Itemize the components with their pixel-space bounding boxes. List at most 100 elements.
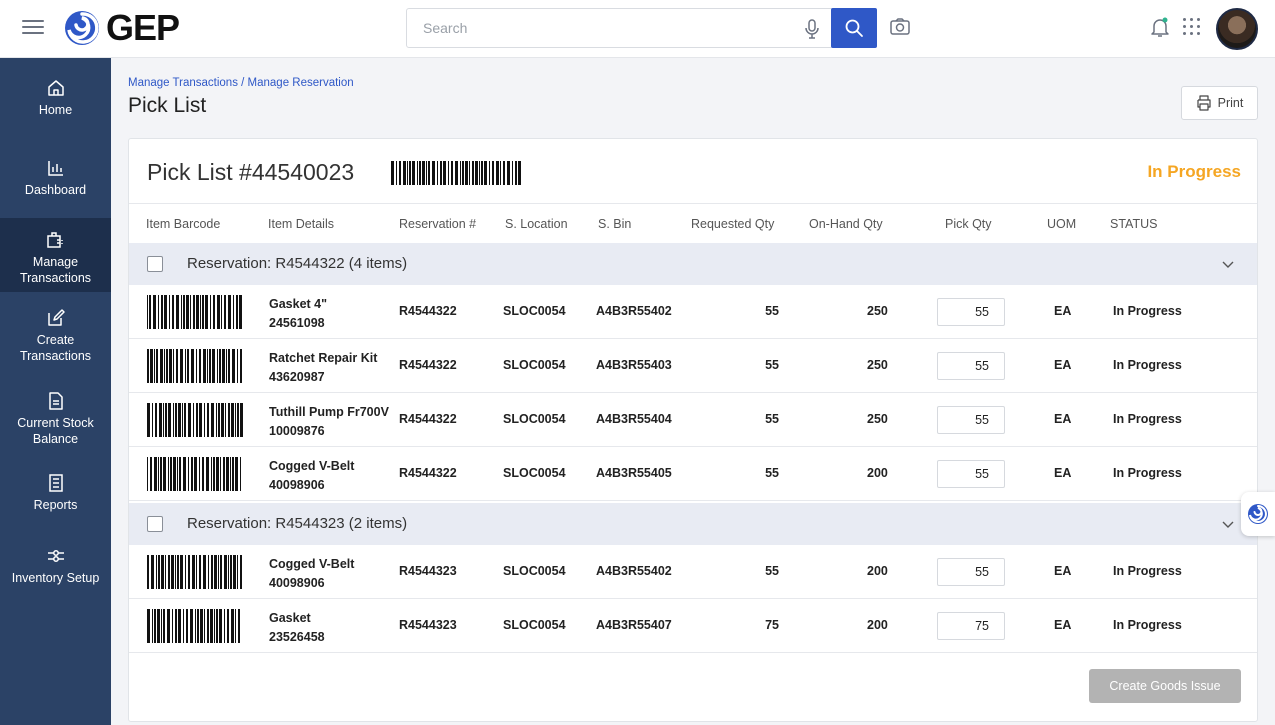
storage-bin: A4B3R55402 bbox=[596, 304, 672, 318]
item-barcode bbox=[147, 609, 243, 643]
column-header: Pick Qty bbox=[945, 217, 992, 231]
search-input[interactable] bbox=[407, 9, 787, 47]
dashboard-icon bbox=[47, 161, 63, 176]
reservation-number: R4544322 bbox=[399, 304, 457, 318]
pick-qty-input[interactable] bbox=[937, 298, 1005, 326]
search-bar bbox=[406, 8, 877, 48]
item-details: Gasket 23526458 bbox=[269, 609, 325, 647]
reports-icon bbox=[48, 474, 63, 492]
row-status: In Progress bbox=[1113, 304, 1182, 318]
item-code: 24561098 bbox=[269, 316, 325, 330]
requested-qty: 55 bbox=[765, 466, 779, 480]
storage-location: SLOC0054 bbox=[503, 412, 566, 426]
item-details: Cogged V-Belt 40098906 bbox=[269, 555, 354, 593]
row-status: In Progress bbox=[1113, 466, 1182, 480]
print-label: Print bbox=[1217, 96, 1244, 110]
sidebar-item-reports[interactable]: Reports bbox=[0, 473, 111, 523]
breadcrumb[interactable]: Manage Transactions / Manage Reservation bbox=[128, 77, 354, 89]
reservation-number: R4544322 bbox=[399, 466, 457, 480]
item-barcode bbox=[147, 295, 243, 329]
item-barcode bbox=[147, 457, 243, 491]
reservation-number: R4544323 bbox=[399, 564, 457, 578]
table-row[interactable]: Tuthill Pump Fr700V 10009876 R4544322 SL… bbox=[129, 393, 1257, 447]
pick-qty-input[interactable] bbox=[937, 612, 1005, 640]
group-checkbox[interactable] bbox=[147, 256, 163, 272]
item-name: Cogged V-Belt bbox=[269, 557, 355, 571]
barcode-graphic bbox=[147, 295, 242, 329]
storage-location: SLOC0054 bbox=[503, 358, 566, 372]
group-checkbox[interactable] bbox=[147, 516, 163, 532]
column-header: S. Bin bbox=[598, 217, 632, 231]
on-hand-qty: 200 bbox=[867, 564, 888, 578]
document-icon bbox=[48, 392, 63, 410]
edit-icon bbox=[47, 309, 65, 326]
gep-swirl-icon bbox=[1248, 504, 1268, 524]
table-row[interactable]: Cogged V-Belt 40098906 R4544323 SLOC0054… bbox=[129, 545, 1257, 599]
pick-qty-input[interactable] bbox=[937, 352, 1005, 380]
manage-transactions-icon bbox=[46, 232, 63, 248]
column-header: S. Location bbox=[505, 217, 568, 231]
item-barcode bbox=[147, 403, 243, 437]
on-hand-qty: 200 bbox=[867, 618, 888, 632]
sidebar-item-inventory-setup[interactable]: Inventory Setup bbox=[0, 546, 111, 616]
sidebar-item-dashboard[interactable]: Dashboard bbox=[0, 158, 111, 218]
camera-icon[interactable] bbox=[889, 16, 911, 38]
column-header: Requested Qty bbox=[691, 217, 775, 231]
sidebar-item-home[interactable]: Home bbox=[0, 78, 111, 138]
uom: EA bbox=[1054, 466, 1072, 480]
item-name: Cogged V-Belt bbox=[269, 459, 355, 473]
reservation-group[interactable]: Reservation: R4544323 (2 items) bbox=[129, 503, 1257, 545]
chevron-down-icon[interactable] bbox=[1221, 517, 1235, 531]
sidebar-item-label: Inventory Setup bbox=[11, 571, 100, 585]
sidebar-item-manage-transactions[interactable]: Manage Transactions bbox=[0, 218, 111, 292]
item-details: Gasket 4" 24561098 bbox=[269, 295, 327, 333]
item-code: 40098906 bbox=[269, 576, 325, 590]
storage-bin: A4B3R55403 bbox=[596, 358, 672, 372]
settings-slider-icon bbox=[47, 550, 64, 562]
logo-text: GEP bbox=[106, 7, 180, 48]
sidebar-item-create-transactions[interactable]: Create Transactions bbox=[0, 308, 111, 368]
pick-qty-input[interactable] bbox=[937, 406, 1005, 434]
barcode-graphic bbox=[147, 457, 241, 491]
reservation-number: R4544323 bbox=[399, 618, 457, 632]
on-hand-qty: 250 bbox=[867, 412, 888, 426]
item-name: Tuthill Pump Fr700V bbox=[269, 405, 389, 419]
group-title: Reservation: R4544323 (2 items) bbox=[187, 515, 408, 532]
pick-qty-input[interactable] bbox=[937, 460, 1005, 488]
column-header: On-Hand Qty bbox=[809, 217, 883, 231]
row-status: In Progress bbox=[1113, 358, 1182, 372]
sidebar-item-label: Manage Transactions bbox=[19, 255, 92, 285]
search-icon bbox=[845, 19, 863, 37]
on-hand-qty: 200 bbox=[867, 466, 888, 480]
pick-list-title: Pick List #44540023 bbox=[147, 159, 355, 185]
uom: EA bbox=[1054, 412, 1072, 426]
row-status: In Progress bbox=[1113, 564, 1182, 578]
item-name: Gasket bbox=[269, 611, 311, 625]
requested-qty: 55 bbox=[765, 304, 779, 318]
search-button[interactable] bbox=[831, 8, 877, 48]
uom: EA bbox=[1054, 564, 1072, 578]
gep-logo[interactable]: GEP bbox=[62, 6, 180, 50]
chevron-down-icon[interactable] bbox=[1221, 257, 1235, 271]
sidebar-item-current-stock-balance[interactable]: Current Stock Balance bbox=[0, 391, 111, 451]
hamburger-menu-icon[interactable] bbox=[22, 16, 44, 38]
user-avatar[interactable] bbox=[1216, 8, 1258, 50]
item-details: Cogged V-Belt 40098906 bbox=[269, 457, 354, 495]
notification-bell-icon[interactable] bbox=[1150, 16, 1170, 38]
sidebar-item-label: Current Stock Balance bbox=[17, 416, 94, 446]
uom: EA bbox=[1054, 304, 1072, 318]
create-goods-issue-button[interactable]: Create Goods Issue bbox=[1089, 669, 1241, 703]
pick-list-status: In Progress bbox=[1147, 162, 1241, 181]
table-row[interactable]: Cogged V-Belt 40098906 R4544322 SLOC0054… bbox=[129, 447, 1257, 501]
reservation-group[interactable]: Reservation: R4544322 (4 items) bbox=[129, 243, 1257, 285]
apps-grid-icon[interactable] bbox=[1183, 18, 1201, 36]
microphone-icon[interactable] bbox=[803, 19, 821, 39]
pick-list-card: Pick List #44540023 In Progress Item Bar… bbox=[128, 138, 1258, 722]
print-button[interactable]: Print bbox=[1181, 86, 1258, 120]
table-row[interactable]: Ratchet Repair Kit 43620987 R4544322 SLO… bbox=[129, 339, 1257, 393]
assistant-float-button[interactable] bbox=[1241, 492, 1275, 536]
table-row[interactable]: Gasket 4" 24561098 R4544322 SLOC0054 A4B… bbox=[129, 285, 1257, 339]
barcode-graphic bbox=[147, 349, 242, 383]
table-row[interactable]: Gasket 23526458 R4544323 SLOC0054 A4B3R5… bbox=[129, 599, 1257, 653]
pick-qty-input[interactable] bbox=[937, 558, 1005, 586]
